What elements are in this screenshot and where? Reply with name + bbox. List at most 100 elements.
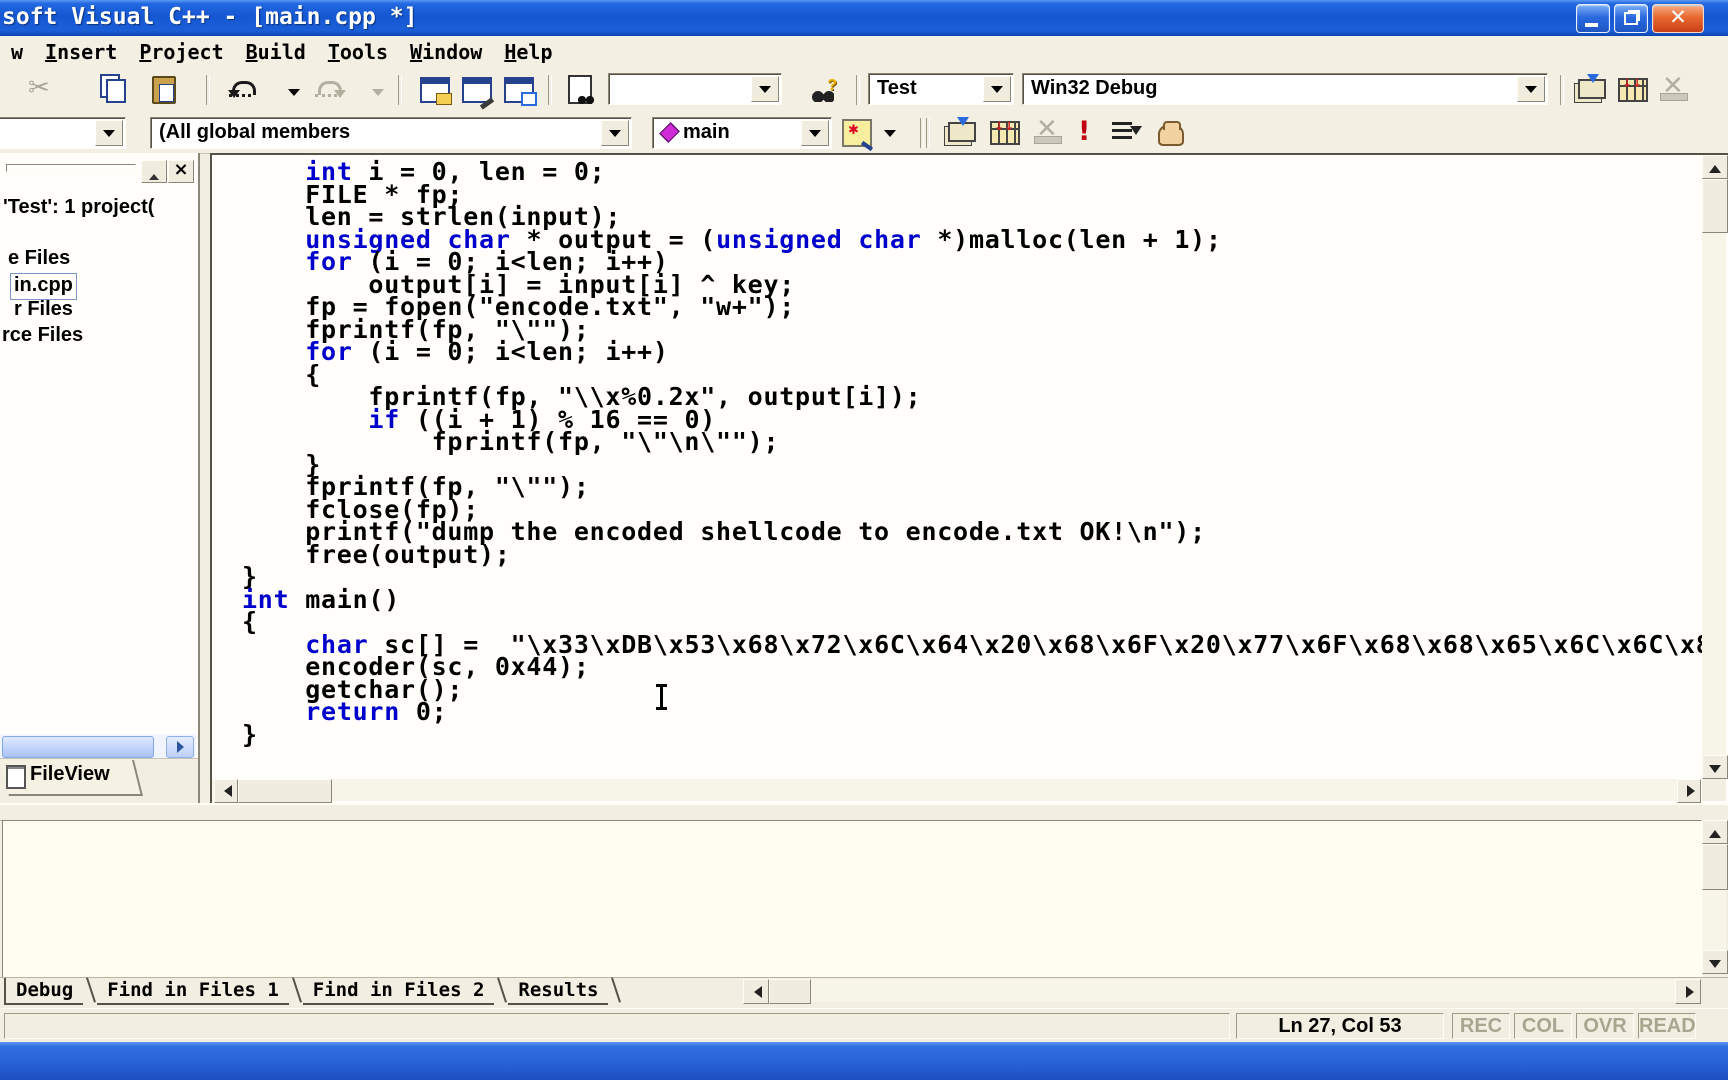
- members-combo-dropdown[interactable]: [601, 120, 629, 146]
- members-combo[interactable]: (All global members: [150, 117, 632, 149]
- workspace-root-node[interactable]: 'Test': 1 project(: [3, 196, 154, 219]
- toolbar-separator: [548, 75, 552, 105]
- chevron-down-icon: [809, 130, 821, 137]
- output-scroll-right-button[interactable]: [1675, 979, 1701, 1004]
- workspace-view-icon[interactable]: [420, 77, 452, 105]
- compile-icon[interactable]: [1578, 74, 1606, 99]
- title-bar[interactable]: soft Visual C++ - [main.cpp *] ✕: [0, 0, 1728, 36]
- wizard-action-icon[interactable]: [842, 119, 872, 147]
- scroll-right-button[interactable]: [166, 736, 194, 758]
- undo-icon[interactable]: [228, 81, 256, 98]
- editor-hscroll-thumb[interactable]: [238, 779, 332, 803]
- editor-scroll-up-button[interactable]: [1702, 155, 1728, 179]
- window-list-icon[interactable]: [504, 77, 537, 106]
- tree-item-r-files[interactable]: r Files: [14, 298, 73, 323]
- menu-item-tools[interactable]: Tools: [317, 36, 399, 64]
- member-function-combo[interactable]: main: [652, 117, 832, 149]
- output-pane[interactable]: [2, 820, 1702, 978]
- restore-button[interactable]: [1614, 4, 1648, 33]
- compile-icon[interactable]: [948, 117, 976, 142]
- class-combo-dropdown[interactable]: [95, 120, 123, 146]
- output-hscrollbar[interactable]: [743, 979, 1699, 1002]
- menu-item-insert[interactable]: Insert: [34, 36, 128, 64]
- class-combo[interactable]: [0, 117, 126, 149]
- menu-item-build[interactable]: Build: [235, 36, 317, 64]
- menu-item-help[interactable]: Help: [493, 36, 563, 64]
- editor-scroll-left-button[interactable]: [214, 779, 238, 803]
- paste-icon[interactable]: [152, 76, 176, 104]
- code-editor[interactable]: int i = 0, len = 0; FILE * fp; len = str…: [214, 155, 1728, 783]
- find-combo-dropdown[interactable]: [751, 76, 779, 102]
- find-in-files-icon[interactable]: [568, 75, 594, 104]
- output-tab-find-in-files-2[interactable]: Find in Files 2: [302, 978, 495, 1005]
- stop-build-icon[interactable]: ✕: [1034, 116, 1062, 144]
- configuration-combo[interactable]: Win32 Debug: [1022, 73, 1548, 105]
- toolbar-separator: [1560, 75, 1564, 105]
- status-indicator-ovr: OVR: [1576, 1013, 1634, 1039]
- redo-icon[interactable]: [318, 81, 342, 95]
- workspace-grip[interactable]: [6, 164, 136, 172]
- output-scroll-up-button[interactable]: [1702, 820, 1728, 844]
- build-icon[interactable]: [1618, 76, 1648, 102]
- redo-underline: [315, 94, 337, 97]
- fileview-tab-label[interactable]: FileView: [30, 763, 110, 786]
- menu-item-w[interactable]: w: [0, 36, 34, 64]
- editor-scroll-right-button[interactable]: [1677, 779, 1701, 803]
- editor-vscrollbar[interactable]: [1702, 155, 1726, 777]
- output-tab-results[interactable]: Results: [508, 978, 609, 1005]
- ibeam-cursor: [655, 684, 667, 710]
- output-scroll-down-button[interactable]: [1702, 950, 1728, 974]
- chevron-down-icon: [991, 86, 1003, 93]
- window-title: soft Visual C++ - [main.cpp *]: [2, 4, 418, 30]
- output-vscroll-thumb[interactable]: [1702, 844, 1728, 890]
- output-tab-debug[interactable]: Debug: [4, 978, 84, 1005]
- build-icon[interactable]: [990, 119, 1020, 145]
- cut-icon[interactable]: ✂: [28, 73, 50, 103]
- output-splitter[interactable]: [0, 803, 1728, 821]
- output-scroll-left-button[interactable]: [743, 979, 769, 1004]
- editor-scroll-down-button[interactable]: [1702, 755, 1728, 779]
- find-combo[interactable]: [608, 73, 782, 105]
- output-view-icon[interactable]: [462, 77, 492, 103]
- close-button[interactable]: ✕: [1652, 4, 1704, 33]
- breakpoint-hand-icon[interactable]: [1158, 121, 1184, 146]
- go-icon[interactable]: [1112, 122, 1142, 140]
- wizard-dropdown-icon[interactable]: [884, 130, 896, 137]
- redo-dropdown-icon[interactable]: [372, 89, 384, 96]
- minimize-icon: [1585, 23, 1598, 27]
- menu-item-window[interactable]: Window: [399, 36, 493, 64]
- editor-hscrollbar[interactable]: [212, 779, 1700, 801]
- configuration-combo-dropdown[interactable]: [1517, 76, 1545, 102]
- output-tab-find-in-files-1[interactable]: Find in Files 1: [97, 978, 289, 1005]
- editor-vscroll-thumb[interactable]: [1702, 179, 1728, 233]
- execute-program-icon[interactable]: !: [1078, 116, 1090, 147]
- undo-dropdown-icon[interactable]: [288, 89, 300, 96]
- copy-icon[interactable]: [106, 79, 126, 103]
- project-combo-dropdown[interactable]: [983, 76, 1011, 102]
- output-hscroll-thumb[interactable]: [769, 979, 811, 1004]
- member-function-dropdown[interactable]: [801, 120, 829, 146]
- minimize-button[interactable]: [1576, 4, 1610, 33]
- tree-item-rce-files[interactable]: rce Files: [2, 324, 83, 349]
- status-indicator-read: READ: [1638, 1013, 1696, 1039]
- tree-item-e-files[interactable]: e Files: [8, 247, 70, 272]
- workspace-close-button[interactable]: ×: [168, 160, 194, 183]
- menu-item-project[interactable]: Project: [128, 36, 234, 64]
- project-combo[interactable]: Test: [868, 73, 1014, 105]
- standard-toolbar: ✂ Test Win32 Debug ✕: [0, 67, 1728, 113]
- scrollbar-corner: [1702, 779, 1726, 801]
- members-combo-value: (All global members: [159, 121, 351, 143]
- search-help-icon[interactable]: [812, 77, 837, 102]
- toolbar-separator: [398, 75, 402, 105]
- restore-icon: [1624, 12, 1638, 25]
- toolbar-separator: [920, 118, 924, 148]
- workspace-hscrollbar[interactable]: [0, 734, 196, 758]
- status-line-col: Ln 27, Col 53: [1236, 1013, 1444, 1039]
- arrow-down-icon: [1709, 960, 1721, 974]
- stop-build-icon[interactable]: ✕: [1660, 73, 1688, 101]
- tree-item-in.cpp[interactable]: in.cpp: [10, 272, 77, 300]
- scrollbar-thumb[interactable]: [2, 736, 154, 758]
- vc6-window: soft Visual C++ - [main.cpp *] ✕ w Insert…: [0, 0, 1728, 1080]
- workspace-collapse-button[interactable]: [141, 160, 167, 183]
- arrow-left-icon: [218, 785, 232, 797]
